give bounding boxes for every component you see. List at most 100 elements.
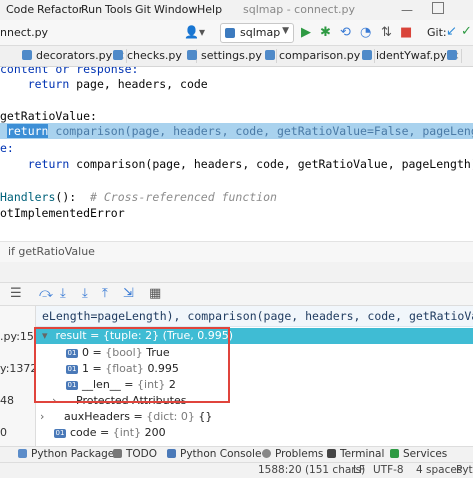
python-file-icon <box>265 50 275 60</box>
terminal-icon <box>327 449 336 458</box>
git-commit-icon[interactable]: ✓ <box>461 24 472 39</box>
services-icon <box>390 449 399 458</box>
variable-value: {} <box>198 410 213 423</box>
run-config-select[interactable]: sqlmap ▼ <box>220 23 294 43</box>
nav-file-crumb[interactable]: nnect.py <box>0 26 48 39</box>
tool-python-console[interactable]: Python Console <box>167 448 261 460</box>
menu-tools[interactable]: Tools <box>105 3 132 16</box>
variable-name: code <box>70 426 97 439</box>
tool-terminal[interactable]: Terminal <box>327 448 384 460</box>
tool-label: TODO <box>126 448 158 460</box>
run-to-cursor-icon[interactable]: ⇲ <box>123 286 134 301</box>
code-line: getRatioValue: <box>0 109 97 123</box>
menu-git[interactable]: Git <box>135 3 151 16</box>
chevron-right-icon[interactable]: › <box>36 409 50 425</box>
problems-icon <box>262 449 271 458</box>
minimize-icon[interactable]: — <box>401 3 413 17</box>
python-file-icon <box>113 50 123 60</box>
breadcrumb-item[interactable]: if getRatioValue <box>8 245 95 258</box>
evaluate-expression-bar[interactable]: eLength=pageLength), comparison(page, he… <box>36 306 473 327</box>
tab-label: decorators.py <box>36 49 113 62</box>
tab-connect[interactable] <box>447 46 461 66</box>
python-file-icon <box>22 50 32 60</box>
tool-label: Problems <box>275 448 324 460</box>
tool-todo[interactable]: TODO <box>113 448 157 460</box>
console-icon <box>167 449 176 458</box>
tab-label: comparison.py <box>279 49 361 62</box>
git-update-icon[interactable]: ↙ <box>446 24 457 39</box>
step-over-icon[interactable]: ⤼ <box>39 286 53 301</box>
chevron-down-icon: ▼ <box>282 26 289 36</box>
variable-name: auxHeaders <box>64 410 131 423</box>
tool-problems[interactable]: Problems <box>262 448 323 460</box>
frame-item[interactable]: 48 <box>0 394 14 407</box>
menu-icon[interactable]: ☰ <box>10 286 22 301</box>
code-line: otImplementedError <box>0 206 125 220</box>
attach-icon[interactable]: ⇅ <box>381 25 392 40</box>
interpreter[interactable]: Pyth <box>456 464 473 476</box>
stop-icon[interactable]: ■ <box>400 25 412 40</box>
window-title: sqlmap - connect.py <box>243 3 356 16</box>
debug-header <box>0 262 473 283</box>
tab-decorators[interactable]: decorators.py× <box>22 46 128 66</box>
frame-item[interactable]: y:1372 <box>0 362 35 375</box>
step-into-my-code-icon[interactable]: ⤓ <box>82 286 88 301</box>
code-line: e: <box>0 141 14 155</box>
todo-icon <box>113 449 122 458</box>
frame-item[interactable]: 0 <box>0 426 7 439</box>
menu-code[interactable]: Code <box>6 3 34 16</box>
tab-comparison[interactable]: comparison.py× <box>265 46 376 66</box>
python-icon <box>225 28 235 38</box>
frame-item[interactable]: .py:1588 <box>0 330 35 343</box>
profile-icon[interactable]: ◔ <box>360 25 371 40</box>
file-encoding[interactable]: UTF-8 <box>373 464 404 476</box>
status-bar: 1588:20 (151 chars) LF UTF-8 4 spaces Py… <box>0 462 473 478</box>
packages-icon <box>18 449 27 458</box>
run-icon[interactable]: ▶ <box>301 25 311 40</box>
menu-window[interactable]: Window <box>154 3 197 16</box>
navigation-bar: nnect.py 👤▾ sqlmap ▼ ▶ ✱ ⟲ ◔ ⇅ ■ Git: ↙ … <box>0 20 473 46</box>
maximize-icon[interactable] <box>432 2 444 14</box>
user-icon[interactable]: 👤▾ <box>184 25 205 39</box>
code-line: Handlers(): # Cross-referenced function <box>0 190 277 204</box>
tool-label: Python Console <box>180 448 262 460</box>
menu-run[interactable]: Run <box>81 3 102 16</box>
python-file-icon <box>362 50 372 60</box>
coverage-icon[interactable]: ⟲ <box>340 25 351 40</box>
breadcrumb[interactable]: if getRatioValue <box>0 241 473 262</box>
python-file-icon <box>187 50 197 60</box>
tab-settings[interactable]: settings.py× <box>187 46 278 66</box>
variable-badge-icon: 01 <box>54 429 66 438</box>
tool-window-bar: Python Packages TODO Python Console Prob… <box>0 446 473 463</box>
cursor-position[interactable]: 1588:20 (151 chars) <box>258 464 365 476</box>
tool-label: Terminal <box>340 448 385 460</box>
menu-refactor[interactable]: Refactor <box>37 3 83 16</box>
git-label: Git: <box>427 26 447 39</box>
tool-label: Python Packages <box>31 448 120 460</box>
python-file-icon <box>447 50 457 60</box>
step-out-icon[interactable]: ⤒ <box>102 286 108 301</box>
debug-icon[interactable]: ✱ <box>320 25 331 40</box>
highlighted-code-line: return comparison(page, headers, code, g… <box>0 123 473 139</box>
code-editor[interactable]: content or response: return page, header… <box>0 67 473 237</box>
variable-type: {int} <box>112 426 142 439</box>
code-line: return comparison(page, headers, code, g… <box>27 157 473 171</box>
code-line: return page, headers, code <box>27 77 208 91</box>
tool-services[interactable]: Services <box>390 448 447 460</box>
menu-help[interactable]: Help <box>197 3 222 16</box>
tab-label: checks.py <box>127 49 182 62</box>
line-separator[interactable]: LF <box>353 464 365 476</box>
tab-label: settings.py <box>201 49 262 62</box>
variable-row[interactable]: 01 code = {int} 200 <box>36 425 473 441</box>
tab-checks[interactable]: checks.py× <box>113 46 198 66</box>
step-into-icon[interactable]: ⤓ <box>60 286 66 301</box>
tool-python-packages[interactable]: Python Packages <box>18 448 120 460</box>
evaluate-icon[interactable]: ▦ <box>149 286 161 301</box>
run-config-label: sqlmap <box>240 26 281 39</box>
evaluate-expression: eLength=pageLength), comparison(page, he… <box>42 309 473 323</box>
debug-toolbar: ☰ ⤼ ⤓ ⤓ ⤒ ⇲ ▦ <box>0 283 473 306</box>
variable-type: {dict: 0} <box>146 410 195 423</box>
tab-identywaf[interactable]: identYwaf.py× <box>362 46 462 66</box>
annotation-highlight-box <box>34 327 230 403</box>
variable-row[interactable]: › auxHeaders = {dict: 0} {} <box>36 409 473 425</box>
